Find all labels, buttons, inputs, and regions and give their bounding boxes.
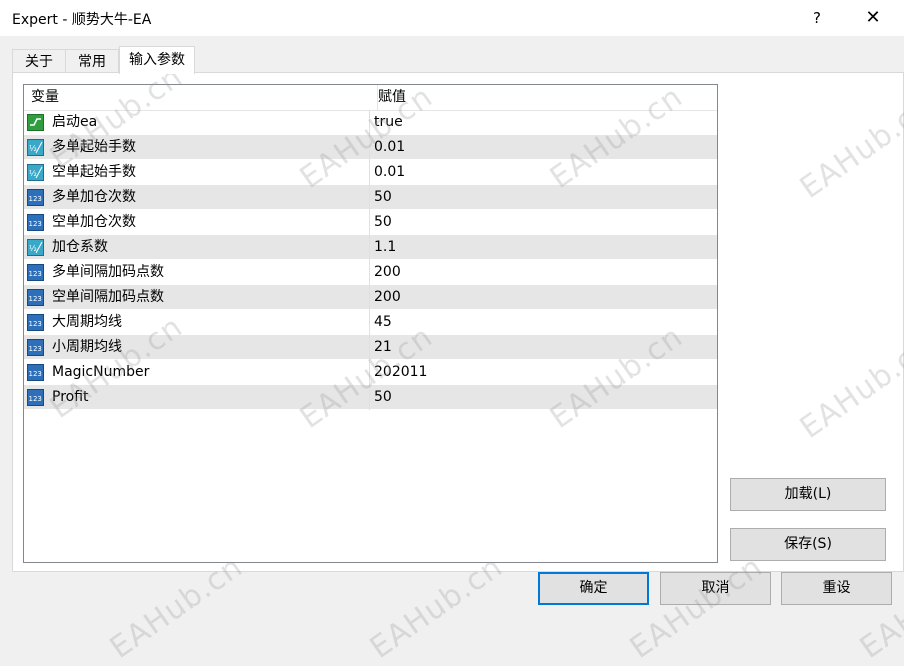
- table-row[interactable]: 123 空单加仓次数 50: [24, 210, 717, 235]
- parameters-grid: 变量 赋值 启动ea true ½ 多单起始手数 0.01 ½ 空单起始手数 0.01 123 多…: [23, 84, 718, 563]
- tab-common[interactable]: 常用: [65, 49, 119, 73]
- column-header-variable[interactable]: 变量: [24, 85, 378, 110]
- parameter-name: 大周期均线: [52, 314, 122, 330]
- window-title: Expert - 顺势大牛-EA: [12, 12, 152, 28]
- parameter-value[interactable]: 50: [374, 385, 392, 410]
- column-header-value[interactable]: 赋值: [371, 85, 717, 110]
- parameter-name-cell[interactable]: ½ 多单起始手数: [24, 135, 370, 160]
- title-bar: Expert - 顺势大牛-EA ? ✕: [0, 0, 904, 36]
- parameter-name: 多单间隔加码点数: [52, 264, 164, 280]
- integer-icon: 123: [27, 289, 44, 306]
- parameter-name: 空单加仓次数: [52, 214, 136, 230]
- integer-icon: 123: [27, 339, 44, 356]
- parameter-value[interactable]: 21: [374, 335, 392, 360]
- table-row[interactable]: 123 MagicNumber 202011: [24, 360, 717, 385]
- parameter-name: 启动ea: [52, 114, 98, 130]
- parameter-name-cell[interactable]: 启动ea: [24, 110, 370, 135]
- load-button[interactable]: 加载(L): [730, 478, 886, 511]
- svg-text:½: ½: [29, 144, 37, 153]
- parameter-value[interactable]: true: [374, 110, 403, 135]
- svg-text:123: 123: [29, 320, 42, 328]
- parameter-value[interactable]: 202011: [374, 360, 427, 385]
- tab-inputs[interactable]: 输入参数: [119, 46, 195, 74]
- table-row[interactable]: ½ 多单起始手数 0.01: [24, 135, 717, 160]
- parameter-value[interactable]: 0.01: [374, 160, 405, 185]
- tab-about[interactable]: 关于: [12, 49, 66, 73]
- table-row[interactable]: 123 Profit 50: [24, 385, 717, 410]
- double-icon: ½: [27, 139, 44, 156]
- svg-text:123: 123: [29, 195, 42, 203]
- parameter-value[interactable]: 0.01: [374, 135, 405, 160]
- table-row[interactable]: 123 多单加仓次数 50: [24, 185, 717, 210]
- parameter-name-cell[interactable]: 123 小周期均线: [24, 335, 370, 360]
- double-icon: ½: [27, 239, 44, 256]
- integer-icon: 123: [27, 264, 44, 281]
- parameter-name-cell[interactable]: 123 Profit: [24, 385, 370, 410]
- table-row[interactable]: 123 多单间隔加码点数 200: [24, 260, 717, 285]
- grid-rows: 启动ea true ½ 多单起始手数 0.01 ½ 空单起始手数 0.01 123 多单加仓次数 5…: [24, 110, 717, 410]
- integer-icon: 123: [27, 389, 44, 406]
- parameter-name: 空单间隔加码点数: [52, 289, 164, 305]
- parameter-name: 多单加仓次数: [52, 189, 136, 205]
- table-row[interactable]: 123 小周期均线 21: [24, 335, 717, 360]
- parameter-name-cell[interactable]: ½ 空单起始手数: [24, 160, 370, 185]
- svg-text:½: ½: [29, 169, 37, 178]
- svg-text:½: ½: [29, 244, 37, 253]
- parameter-name-cell[interactable]: 123 空单间隔加码点数: [24, 285, 370, 310]
- parameter-name: 加仓系数: [52, 239, 108, 255]
- parameter-value[interactable]: 1.1: [374, 235, 396, 260]
- parameter-name: 空单起始手数: [52, 164, 136, 180]
- reset-button[interactable]: 重设: [781, 572, 892, 605]
- parameter-value[interactable]: 45: [374, 310, 392, 335]
- integer-icon: 123: [27, 364, 44, 381]
- svg-text:123: 123: [29, 395, 42, 403]
- ok-button[interactable]: 确定: [538, 572, 649, 605]
- table-row[interactable]: ½ 加仓系数 1.1: [24, 235, 717, 260]
- parameter-name-cell[interactable]: 123 多单间隔加码点数: [24, 260, 370, 285]
- parameter-value[interactable]: 200: [374, 260, 401, 285]
- table-row[interactable]: 123 空单间隔加码点数 200: [24, 285, 717, 310]
- table-row[interactable]: ½ 空单起始手数 0.01: [24, 160, 717, 185]
- parameter-value[interactable]: 50: [374, 210, 392, 235]
- parameter-name-cell[interactable]: 123 空单加仓次数: [24, 210, 370, 235]
- parameter-name-cell[interactable]: 123 多单加仓次数: [24, 185, 370, 210]
- table-row[interactable]: 123 大周期均线 45: [24, 310, 717, 335]
- svg-text:123: 123: [29, 345, 42, 353]
- parameter-name: 小周期均线: [52, 339, 122, 355]
- help-button[interactable]: ?: [794, 0, 840, 36]
- double-icon: ½: [27, 164, 44, 181]
- svg-text:123: 123: [29, 270, 42, 278]
- parameter-value[interactable]: 200: [374, 285, 401, 310]
- svg-text:123: 123: [29, 220, 42, 228]
- parameter-name: Profit: [52, 389, 89, 405]
- parameter-name-cell[interactable]: ½ 加仓系数: [24, 235, 370, 260]
- svg-text:123: 123: [29, 370, 42, 378]
- svg-text:123: 123: [29, 295, 42, 303]
- save-button[interactable]: 保存(S): [730, 528, 886, 561]
- parameter-value[interactable]: 50: [374, 185, 392, 210]
- parameter-name: MagicNumber: [52, 364, 150, 380]
- close-button[interactable]: ✕: [850, 0, 896, 36]
- grid-header: 变量 赋值: [24, 85, 717, 111]
- integer-icon: 123: [27, 314, 44, 331]
- bool-icon: [27, 114, 44, 131]
- cancel-button[interactable]: 取消: [660, 572, 771, 605]
- integer-icon: 123: [27, 214, 44, 231]
- table-row[interactable]: 启动ea true: [24, 110, 717, 135]
- integer-icon: 123: [27, 189, 44, 206]
- parameter-name: 多单起始手数: [52, 139, 136, 155]
- parameter-name-cell[interactable]: 123 MagicNumber: [24, 360, 370, 385]
- parameter-name-cell[interactable]: 123 大周期均线: [24, 310, 370, 335]
